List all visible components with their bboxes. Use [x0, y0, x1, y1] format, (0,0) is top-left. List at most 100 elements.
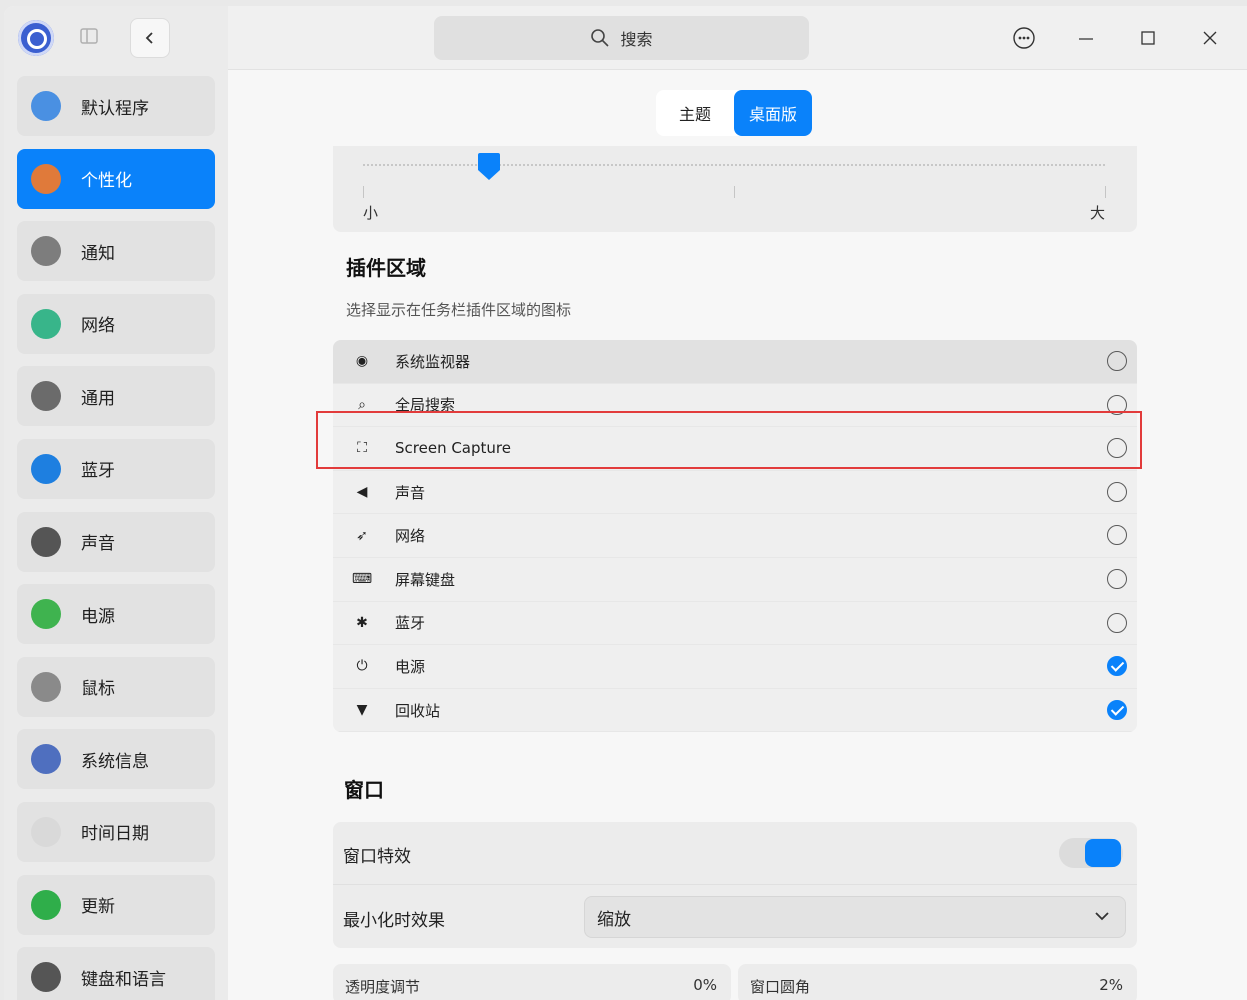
- sidebar-item-default-apps[interactable]: 默认程序: [17, 76, 215, 136]
- plugin-row[interactable]: ◀ 声音: [333, 471, 1137, 515]
- clock-icon: [31, 816, 61, 847]
- keyboard-icon: [31, 962, 61, 993]
- plugin-radio[interactable]: [1107, 612, 1127, 633]
- volume-icon: ◀: [356, 484, 368, 501]
- maximize-icon: [1141, 31, 1155, 45]
- close-icon: [1203, 31, 1217, 45]
- window-radius-card: 窗口圆角 2%: [738, 964, 1137, 1000]
- power-icon: ⏻: [356, 658, 368, 675]
- search-icon: [591, 29, 610, 47]
- default-apps-icon: [31, 91, 61, 121]
- size-slider-track[interactable]: [363, 164, 1105, 168]
- sidebar-item-info[interactable]: 系统信息: [17, 729, 215, 790]
- close-button[interactable]: [1198, 26, 1222, 50]
- plugin-radio[interactable]: [1107, 438, 1127, 459]
- dock-mode-switch: 主题 桌面版: [656, 90, 812, 136]
- onscreen-keyboard-icon: ⌨: [351, 571, 373, 588]
- plugin-row[interactable]: ✱ 蓝牙: [333, 602, 1137, 646]
- window-settings-card: 窗口特效 最小化时效果 缩放: [333, 822, 1137, 948]
- personalization-icon: [31, 163, 61, 194]
- plugin-row[interactable]: ⌕ 全局搜索: [333, 384, 1137, 428]
- sidebar-item-gear[interactable]: 通用: [17, 366, 215, 427]
- window-radius-value: 2%: [1099, 976, 1123, 994]
- maximize-button[interactable]: [1136, 26, 1160, 50]
- sidebar-item-label: 系统信息: [81, 751, 149, 772]
- minimize-effect-value: 缩放: [597, 909, 631, 930]
- sidebar-item-bell[interactable]: 通知: [17, 221, 215, 282]
- plugin-label: 全局搜索: [395, 396, 456, 415]
- bluetooth-icon: [31, 453, 61, 484]
- plugin-row[interactable]: ◉ 系统监视器: [333, 340, 1137, 384]
- more-options-icon: [1013, 27, 1035, 49]
- tab-desktop[interactable]: 桌面版: [734, 90, 812, 136]
- opacity-value: 0%: [693, 976, 717, 994]
- plugin-label: 蓝牙: [395, 614, 426, 633]
- plugin-checked-radio[interactable]: [1107, 699, 1127, 720]
- plugin-label: Screen Capture: [395, 439, 511, 458]
- plugin-label: 电源: [395, 657, 426, 676]
- plugin-row[interactable]: ➶ 网络: [333, 514, 1137, 558]
- chevron-down-icon: [1095, 912, 1109, 921]
- opacity-label: 透明度调节: [345, 978, 421, 996]
- sidebar-item-update-arrow[interactable]: 更新: [17, 874, 215, 935]
- sidebar-item-speaker[interactable]: 声音: [17, 511, 215, 572]
- sidebar-toggle-icon[interactable]: [80, 28, 100, 46]
- sidebar-item-label: 通知: [81, 243, 115, 264]
- tab-theme[interactable]: 主题: [656, 90, 734, 136]
- plugin-radio[interactable]: [1107, 481, 1127, 502]
- sidebar-item-bluetooth[interactable]: 蓝牙: [17, 438, 215, 499]
- sidebar-item-label: 网络: [81, 316, 115, 337]
- size-slider-handle[interactable]: [476, 152, 501, 182]
- sidebar-item-label: 蓝牙: [81, 461, 115, 482]
- sidebar-item-battery[interactable]: 电源: [17, 584, 215, 645]
- search-placeholder: 搜索: [620, 30, 653, 49]
- sidebar-item-label: 时间日期: [81, 824, 149, 845]
- plugin-row[interactable]: ⏻ 电源: [333, 645, 1137, 689]
- slider-max-label: 大: [1090, 204, 1106, 222]
- minimize-effect-select[interactable]: 缩放: [584, 896, 1126, 938]
- bluetooth-icon: ✱: [356, 614, 368, 631]
- sidebar-item-label: 鼠标: [81, 679, 115, 700]
- plugin-row[interactable]: ▼ 回收站: [333, 689, 1137, 732]
- plugin-checked-radio[interactable]: [1107, 656, 1127, 677]
- plugin-row[interactable]: ⌨ 屏幕键盘: [333, 558, 1137, 602]
- speaker-icon: [31, 526, 61, 557]
- search-icon: ⌕: [358, 396, 366, 413]
- sidebar-item-label: 键盘和语言: [81, 969, 166, 990]
- network-icon: ➶: [356, 527, 368, 544]
- sidebar-item-personalization[interactable]: 个性化: [17, 148, 215, 209]
- sidebar-item-clock[interactable]: 时间日期: [17, 801, 215, 862]
- opacity-card: 透明度调节 0%: [333, 964, 731, 1000]
- plugin-area-title: 插件区域: [346, 256, 426, 280]
- plugin-row[interactable]: ⛶ Screen Capture: [333, 427, 1137, 471]
- search-input[interactable]: 搜索: [434, 16, 809, 60]
- battery-icon: [31, 599, 61, 630]
- settings-window: 默认程序 个性化 通知 网络 通用 蓝牙 声音 电源 鼠标 系统信息 时间日期 更新 键盘和语言 搜索 …: [4, 6, 1247, 1000]
- plugin-label: 回收站: [395, 701, 441, 720]
- window-effects-toggle[interactable]: [1059, 838, 1123, 868]
- slider-tick: [363, 186, 364, 198]
- sidebar-item-label: 声音: [81, 534, 115, 555]
- plugin-radio[interactable]: [1107, 525, 1127, 546]
- minimize-button[interactable]: [1074, 26, 1098, 50]
- screen-capture-icon: ⛶: [357, 440, 367, 457]
- window-effects-label: 窗口特效: [343, 847, 411, 867]
- minimize-icon: [1079, 38, 1093, 40]
- window-radius-label: 窗口圆角: [750, 978, 811, 996]
- plugin-radio[interactable]: [1107, 568, 1127, 589]
- plugin-radio[interactable]: [1107, 351, 1127, 371]
- slider-min-label: 小: [363, 204, 379, 222]
- sidebar-item-mouse[interactable]: 鼠标: [17, 656, 215, 717]
- plugin-list: ◉ 系统监视器 ⌕ 全局搜索 ⛶ Screen Capture ◀ 声音 ➶ 网络 ⌨ 屏幕键盘 ✱ 蓝牙…: [333, 340, 1137, 732]
- slider-tick: [734, 186, 735, 198]
- gear-icon: [31, 381, 61, 412]
- sidebar-item-network-globe[interactable]: 网络: [17, 293, 215, 354]
- plugin-label: 网络: [395, 527, 426, 546]
- plugin-area-description: 选择显示在任务栏插件区域的图标: [346, 301, 572, 319]
- plugin-label: 声音: [395, 483, 426, 502]
- back-button[interactable]: [130, 18, 170, 58]
- sidebar-item-keyboard[interactable]: 键盘和语言: [17, 947, 215, 1000]
- main-menu-button[interactable]: [1012, 26, 1036, 50]
- plugin-radio[interactable]: [1107, 394, 1127, 415]
- sidebar: 默认程序个性化通知网络通用蓝牙声音电源鼠标系统信息时间日期更新键盘和语言: [4, 6, 228, 1000]
